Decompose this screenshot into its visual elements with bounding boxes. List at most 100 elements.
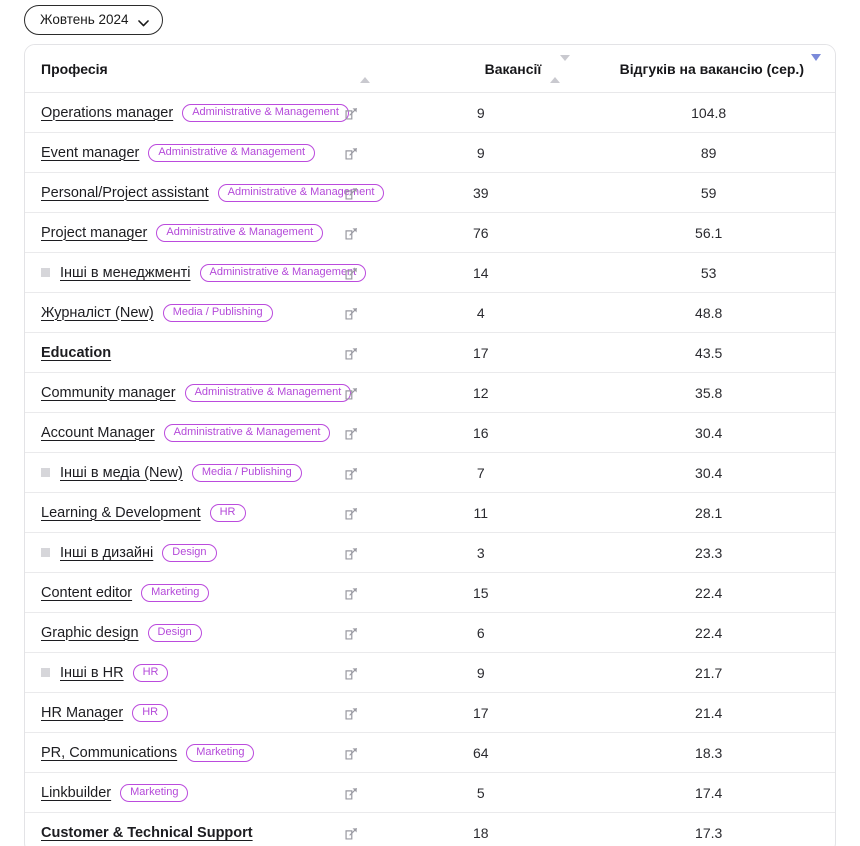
external-link-icon[interactable] — [344, 106, 359, 121]
cell-vacancies: 5 — [379, 772, 583, 813]
profession-wrapper: HR Manager HR — [41, 703, 325, 722]
external-link-icon[interactable] — [344, 546, 359, 561]
table-row[interactable]: Інші в менеджменті Administrative & Manag… — [25, 252, 835, 293]
cell-vacancies: 18 — [472, 824, 489, 841]
table-row[interactable]: PR, Communications Marketing 64 18.3 — [25, 732, 835, 773]
external-link-icon[interactable] — [344, 626, 359, 641]
job-title-link[interactable]: Graphic design — [41, 625, 139, 641]
table-row[interactable]: Operations manager Administrative & Manag… — [25, 92, 835, 133]
table-row[interactable]: Content editor Marketing 15 22.4 — [25, 572, 835, 613]
external-link-icon[interactable] — [344, 386, 359, 401]
table-row[interactable]: Журналіст (New) Media / Publishing 4 48.8 — [25, 292, 835, 333]
table-row[interactable]: Інші в HR HR 9 21.7 — [25, 652, 835, 693]
job-title-link[interactable]: Learning & Development — [41, 505, 201, 521]
job-title-link[interactable]: Інші в HR — [41, 665, 124, 681]
category-badge: Design — [147, 623, 202, 642]
month-select-button[interactable]: Жовтень 2024 — [24, 5, 163, 35]
cell-open-link — [324, 452, 380, 493]
table-row[interactable]: Graphic design Design 6 22.4 — [25, 612, 835, 653]
job-title-link[interactable]: Інші в дизайні — [41, 545, 153, 561]
cell-open-link — [324, 492, 380, 533]
table-row[interactable]: Event manager Administrative & Management… — [25, 132, 835, 173]
external-link-icon[interactable] — [344, 666, 359, 681]
table-row[interactable]: Customer & Technical Support 18 17.3 — [25, 813, 835, 846]
table-row[interactable]: Education 17 43.5 — [25, 332, 835, 373]
external-link-icon[interactable] — [344, 346, 359, 361]
job-title-link[interactable]: Linkbuilder — [41, 785, 111, 801]
cell-vacancies: 12 — [379, 372, 583, 413]
cell-open-link — [324, 132, 380, 173]
external-link-icon[interactable] — [344, 146, 359, 161]
external-link-icon[interactable] — [344, 506, 359, 521]
table-row[interactable]: Community manager Administrative & Manage… — [25, 372, 835, 413]
cell-responses-per-vacancy: 18.3 — [582, 732, 835, 773]
job-title-link[interactable]: Project manager — [41, 225, 147, 241]
job-title-link[interactable]: Account Manager — [41, 425, 155, 441]
cell-open-link — [324, 292, 380, 333]
cell-profession: Graphic design Design — [25, 612, 325, 653]
cell-vacancies: 64 — [379, 732, 583, 773]
table-row[interactable]: Project manager Administrative & Manageme… — [25, 212, 835, 253]
cell-profession: Event manager Administrative & Management — [25, 132, 325, 173]
cell-responses-per-vacancy: 21.7 — [582, 652, 835, 693]
cell-vacancies: 39 — [379, 172, 583, 213]
category-badge: Media / Publishing — [191, 463, 302, 482]
sort-descending-icon[interactable] — [811, 53, 821, 77]
job-title-link[interactable]: HR Manager — [41, 705, 123, 721]
column-header-profession[interactable]: Професія — [25, 45, 380, 93]
external-link-icon[interactable] — [344, 266, 359, 281]
cell-vacancies: 7 — [379, 452, 583, 493]
external-link-icon[interactable] — [344, 466, 359, 481]
table-row[interactable]: Інші в медіа (New) Media / Publishing 7 30.… — [25, 452, 835, 493]
cell-responses-per-vacancy: 17.4 — [582, 772, 835, 813]
cell-open-link — [324, 652, 380, 693]
external-link-icon[interactable] — [344, 826, 359, 841]
column-header-responses[interactable]: Відгуків на вакансію (сер.) — [582, 45, 835, 93]
cell-responses-per-vacancy: 48.8 — [582, 292, 835, 333]
table-row[interactable]: Learning & Development HR 11 28.1 — [25, 492, 835, 533]
external-link-icon[interactable] — [344, 306, 359, 321]
job-title-link[interactable]: PR, Communications — [41, 745, 177, 761]
external-link-icon[interactable] — [344, 746, 359, 761]
table-row[interactable]: Інші в дизайні Design 3 23.3 — [25, 532, 835, 573]
cell-vacancies: 16 — [379, 412, 583, 453]
external-link-icon[interactable] — [344, 786, 359, 801]
table-row[interactable]: Account Manager Administrative & Manageme… — [25, 412, 835, 453]
cell-responses-per-vacancy: 53 — [582, 252, 835, 293]
cell-profession: Інші в дизайні Design — [25, 532, 325, 573]
cell-profession: Журналіст (New) Media / Publishing — [25, 292, 325, 333]
column-header-vacancies[interactable]: Вакансії — [379, 45, 583, 93]
job-title-link[interactable]: Інші в менеджменті — [41, 265, 191, 281]
profession-wrapper: Customer & Technical Support — [41, 825, 325, 841]
job-title-link[interactable]: Content editor — [41, 585, 132, 601]
sort-both-icon[interactable] — [550, 54, 571, 83]
table-row[interactable]: Linkbuilder Marketing 5 17.4 — [25, 772, 835, 813]
external-link-icon[interactable] — [344, 586, 359, 601]
column-header-vacancies-label: Вакансії — [484, 60, 542, 77]
cell-responses-per-vacancy: 23.3 — [582, 532, 835, 573]
cell-responses-per-vacancy: 21.4 — [582, 692, 835, 733]
job-title-link[interactable]: Журналіст (New) — [41, 305, 154, 321]
table-row[interactable]: Personal/Project assistant Administrative… — [25, 172, 835, 213]
sort-ascending-icon[interactable] — [360, 60, 371, 83]
subcategory-bullet-icon — [41, 548, 50, 557]
job-title-link[interactable]: Operations manager — [41, 105, 173, 121]
job-title-link[interactable]: Education — [41, 345, 111, 361]
external-link-icon[interactable] — [344, 186, 359, 201]
job-title-link[interactable]: Інші в медіа (New) — [41, 465, 183, 481]
external-link-icon[interactable] — [344, 226, 359, 241]
profession-wrapper: Event manager Administrative & Management — [41, 143, 325, 162]
job-title-link[interactable]: Customer & Technical Support — [41, 825, 253, 841]
profession-wrapper: Learning & Development HR — [41, 503, 325, 522]
job-title-link[interactable]: Community manager — [41, 385, 176, 401]
job-title-link[interactable]: Personal/Project assistant — [41, 185, 209, 201]
external-link-icon[interactable] — [344, 426, 359, 441]
job-title-link[interactable]: Event manager — [41, 145, 139, 161]
cell-responses-per-vacancy: 30.4 — [582, 452, 835, 493]
cell-responses-per-vacancy: 17.3 — [695, 824, 723, 841]
cell-vacancies: 17 — [379, 692, 583, 733]
profession-wrapper: Журналіст (New) Media / Publishing — [41, 303, 325, 322]
external-link-icon[interactable] — [344, 706, 359, 721]
cell-responses-per-vacancy: 59 — [582, 172, 835, 213]
table-row[interactable]: HR Manager HR 17 21.4 — [25, 692, 835, 733]
